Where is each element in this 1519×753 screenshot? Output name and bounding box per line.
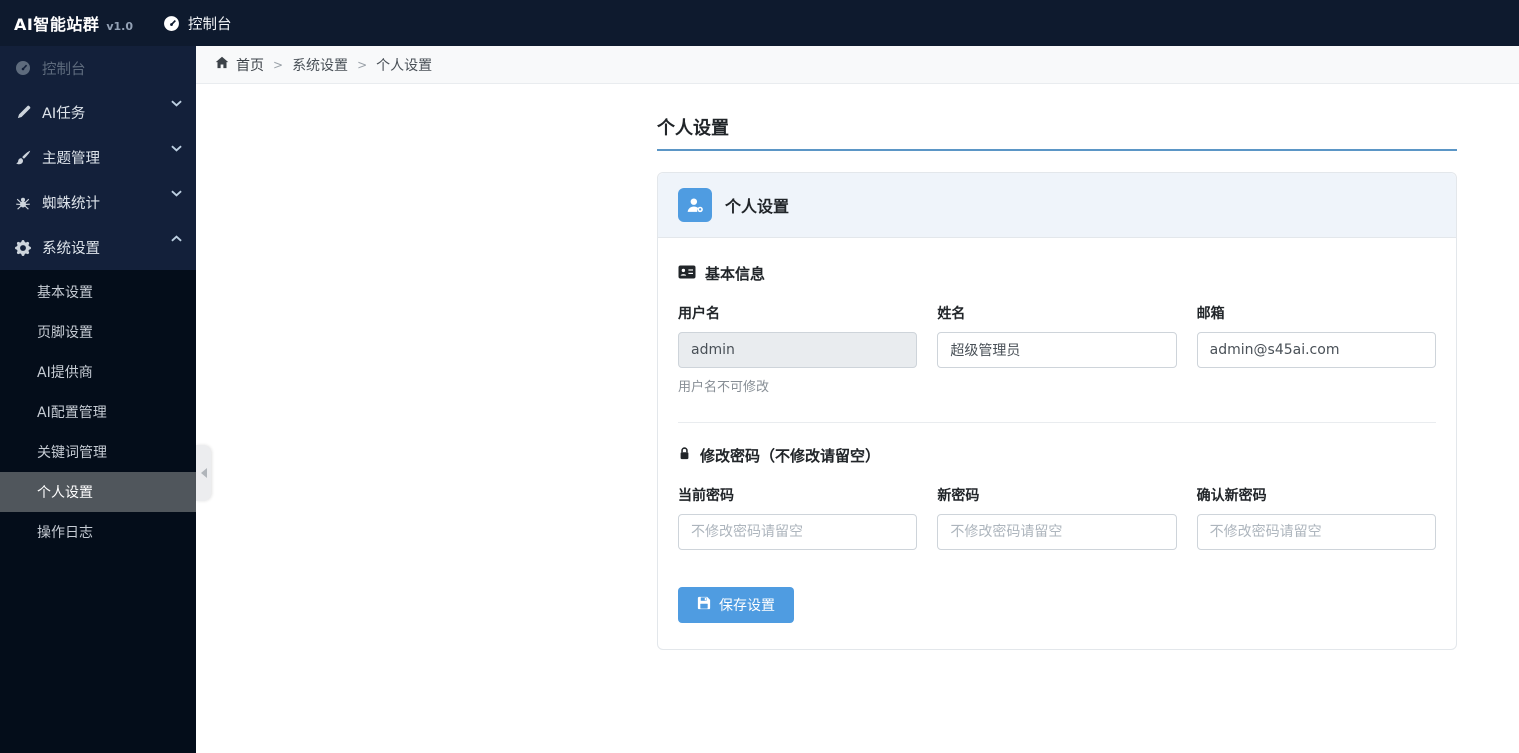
lock-icon [678, 446, 691, 465]
title-underline [657, 149, 1457, 151]
sidebar-main-menu: 控制台 AI任务 主题管理 蜘蛛统计 系统设置 [0, 46, 196, 270]
sidebar-subitem-footer-settings[interactable]: 页脚设置 [0, 312, 196, 352]
email-field-group: 邮箱 [1196, 303, 1436, 395]
card-header: 个人设置 [658, 173, 1456, 238]
email-label: 邮箱 [1196, 306, 1225, 322]
password-fields: 当前密码 新密码 确认新密码 [678, 485, 1436, 550]
sidebar-item-label: AI任务 [42, 106, 86, 122]
page-title: 个人设置 [657, 118, 729, 139]
sidebar-item-system-settings[interactable]: 系统设置 [0, 225, 196, 270]
name-field-group: 姓名 [937, 303, 1177, 395]
chevron-down-icon [171, 140, 182, 156]
tachometer-icon [163, 15, 180, 32]
app-version: v1.0 [106, 20, 134, 33]
new-password-label: 新密码 [937, 488, 980, 504]
app-brand[interactable]: AI智能站群 v1.0 [14, 11, 133, 35]
breadcrumb: 首页 > 系统设置 > 个人设置 [196, 46, 1519, 84]
breadcrumb-home-label: 首页 [236, 57, 264, 74]
topbar-console-label: 控制台 [188, 16, 232, 33]
sidebar-submenu: 基本设置 页脚设置 AI提供商 AI配置管理 关键词管理 个人设置 操作日志 [0, 270, 196, 753]
main-area: 首页 > 系统设置 > 个人设置 个人设置 个人设置 基本信息 用户名 admi… [196, 46, 1519, 753]
chevron-down-icon [171, 185, 182, 201]
save-settings-button[interactable]: 保存设置 [678, 587, 794, 623]
topbar: AI智能站群 v1.0 控制台 [0, 0, 1519, 46]
sidebar-subitem-keywords[interactable]: 关键词管理 [0, 432, 196, 472]
chevron-down-icon [171, 95, 182, 111]
home-icon [215, 56, 229, 73]
user-gear-icon [678, 188, 712, 222]
main-layout: 控制台 AI任务 主题管理 蜘蛛统计 系统设置 基本设置 页脚设置 AI提供商 … [0, 46, 1519, 753]
sidebar-item-spider-stats[interactable]: 蜘蛛统计 [0, 180, 196, 225]
page-content: 个人设置 个人设置 基本信息 用户名 admin 用户名不可修改 姓名 超级管理… [196, 84, 1519, 753]
email-input[interactable] [1196, 332, 1436, 368]
name-label: 姓名 [937, 306, 966, 322]
topbar-console-link[interactable]: 控制台 [163, 13, 232, 34]
id-card-icon [678, 265, 696, 283]
current-password-input[interactable] [678, 514, 918, 550]
breadcrumb-separator: > [273, 57, 284, 72]
chevron-up-icon [171, 230, 182, 246]
app-title: AI智能站群 [14, 15, 100, 34]
confirm-password-input[interactable] [1196, 514, 1436, 550]
sidebar-subitem-ai-providers[interactable]: AI提供商 [0, 352, 196, 392]
sidebar-subitem-operation-log[interactable]: 操作日志 [0, 512, 196, 552]
card-body: 基本信息 用户名 用户名不可修改 姓名 [658, 238, 1456, 649]
sidebar: 控制台 AI任务 主题管理 蜘蛛统计 系统设置 基本设置 页脚设置 AI提供商 … [0, 46, 196, 753]
tachometer-icon [14, 60, 32, 76]
sidebar-subitem-personal-settings[interactable]: 个人设置 [0, 472, 196, 512]
sidebar-item-label: 蜘蛛统计 [42, 196, 100, 212]
spider-icon [14, 195, 32, 211]
current-password-group: 当前密码 [678, 485, 918, 550]
confirm-password-group: 确认新密码 [1196, 485, 1436, 550]
save-icon [697, 596, 711, 614]
breadcrumb-separator: > [357, 57, 368, 72]
breadcrumb-current: 个人设置 [376, 57, 433, 74]
basic-info-heading: 基本信息 [678, 263, 1436, 284]
new-password-input[interactable] [937, 514, 1177, 550]
sidebar-item-label: 主题管理 [42, 151, 100, 167]
pen-icon [14, 105, 32, 120]
username-hint: 用户名不可修改 [678, 380, 770, 395]
sidebar-item-label: 控制台 [42, 61, 86, 78]
section-divider [678, 422, 1436, 423]
chevron-left-icon [200, 468, 207, 478]
brush-icon [14, 150, 32, 166]
sidebar-collapse-handle[interactable] [196, 445, 211, 501]
basic-info-fields: 用户名 用户名不可修改 姓名 邮箱 [678, 303, 1436, 395]
sidebar-item-theme-mgmt[interactable]: 主题管理 [0, 135, 196, 180]
sidebar-item-console[interactable]: 控制台 [0, 46, 196, 90]
sidebar-item-label: 系统设置 [42, 241, 100, 257]
username-field-group: 用户名 用户名不可修改 [678, 303, 918, 395]
username-label: 用户名 [678, 306, 720, 322]
breadcrumb-home[interactable]: 首页 [215, 55, 264, 75]
sidebar-subitem-basic-settings[interactable]: 基本设置 [0, 272, 196, 312]
sidebar-item-ai-tasks[interactable]: AI任务 [0, 90, 196, 135]
current-password-label: 当前密码 [678, 488, 734, 504]
change-password-title: 修改密码（不修改请留空） [700, 447, 881, 465]
new-password-group: 新密码 [937, 485, 1177, 550]
card-header-title: 个人设置 [725, 197, 790, 216]
sidebar-subitem-ai-config[interactable]: AI配置管理 [0, 392, 196, 432]
breadcrumb-section[interactable]: 系统设置 [292, 55, 348, 75]
gear-icon [14, 239, 32, 256]
username-input[interactable] [678, 332, 918, 368]
save-settings-label: 保存设置 [719, 598, 775, 614]
basic-info-title: 基本信息 [705, 265, 766, 283]
change-password-heading: 修改密码（不修改请留空） [678, 445, 1436, 466]
name-input[interactable] [937, 332, 1177, 368]
personal-settings-card: 个人设置 基本信息 用户名 admin 用户名不可修改 姓名 超级管理员 邮箱 … [657, 172, 1457, 650]
confirm-password-label: 确认新密码 [1196, 488, 1267, 504]
